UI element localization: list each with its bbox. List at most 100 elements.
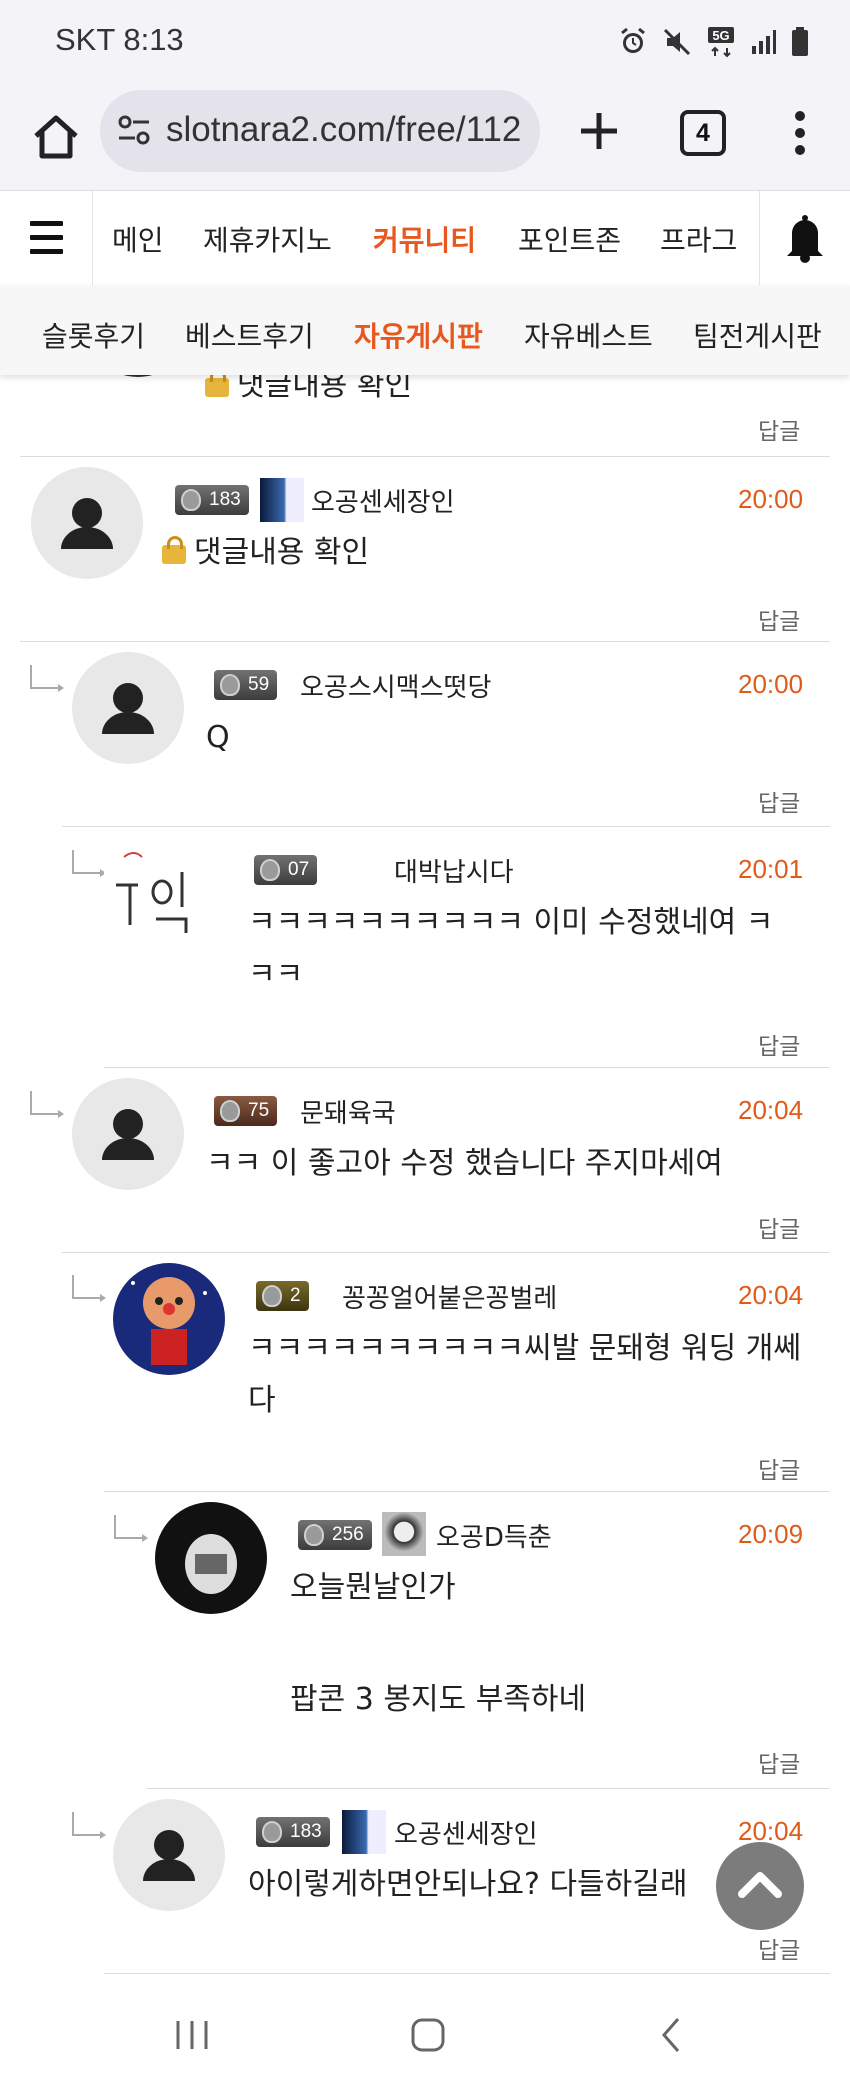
avatar[interactable] [104,837,216,949]
user-badge-image [260,478,304,522]
hamburger-icon-bar [30,249,63,254]
avatar[interactable] [31,467,143,579]
tab-free-best[interactable]: 자유베스트 [524,315,653,355]
comment-time: 20:09 [738,1519,804,1549]
nickname[interactable]: 오공스시맥스떳당 [300,667,491,704]
comment-time: 20:00 [738,484,804,514]
url-text[interactable]: slotnara2.com/free/112 [166,110,521,150]
bell-icon [787,215,823,263]
user-silhouette-icon [143,1830,195,1881]
user-badge-image [342,1810,386,1854]
mute-icon [662,27,692,61]
recent-apps-icon [176,2021,208,2049]
comment-text: Q [206,720,230,755]
reply-button[interactable]: 답글 [758,1027,800,1061]
handwriting-avatar-image [116,852,188,933]
notification-button[interactable] [759,191,850,285]
tab-free-board[interactable]: 자유게시판 [354,315,483,355]
plus-icon [581,113,617,149]
nav-item-partner-casino[interactable]: 제휴카지노 [203,219,332,259]
tab-team-board[interactable]: 팀전게시판 [693,315,822,355]
level-badge: 75 [214,1096,278,1126]
user-silhouette-icon [102,1109,154,1160]
back-button[interactable] [652,2015,692,2055]
reply-arrow-icon [114,1515,148,1542]
comment-item: 256 오공D득춘 20:09 오늘뭔날인가 팝콘 3 봉지도 부족하네 답글 [146,1492,830,1789]
nickname[interactable]: 꽁꽁얼어붙은꽁벌레 [342,1278,557,1315]
back-chevron-icon [662,2018,680,2052]
level-badge: 183 [256,1817,330,1847]
nickname[interactable]: 문돼육국 [300,1093,396,1130]
comment-text: ㅋㅋㅋㅋㅋㅋㅋㅋㅋㅋ 이미 수정했네여 ㅋㅋㅋ [248,905,774,992]
address-bar[interactable]: slotnara2.com/free/112 [100,90,540,172]
comment-text: ㅋㅋㅋㅋㅋㅋㅋㅋㅋㅋ씨발 문돼형 워딩 개쎄다 [248,1331,802,1418]
comment-item: 2 꽁꽁얼어붙은꽁벌레 20:04 ㅋㅋㅋㅋㅋㅋㅋㅋㅋㅋ씨발 문돼형 워딩 개쎄… [104,1253,830,1492]
hamburger-icon [30,221,63,226]
home-circle-icon [411,2018,445,2052]
nickname[interactable]: 오공센세장인 [394,1814,538,1851]
chevron-up-icon [738,1872,782,1898]
network-label: 5G [712,28,729,43]
reply-button[interactable]: 답글 [758,1210,800,1244]
home-button[interactable] [28,110,84,166]
tab-best-review[interactable]: 베스트후기 [185,315,314,355]
tab-switcher-button[interactable]: 4 [680,110,726,156]
nav-item-point-zone[interactable]: 포인트존 [518,219,621,259]
reply-arrow-icon [30,1091,64,1118]
user-silhouette-icon [61,498,113,549]
home-icon [34,115,78,159]
reply-button[interactable]: 답글 [758,1745,800,1779]
new-tab-button[interactable] [576,108,622,154]
browser-toolbar: slotnara2.com/free/112 4 [0,90,850,190]
level-badge: 59 [214,670,278,700]
nickname[interactable]: 대박납시다 [394,852,514,889]
reply-arrow-icon [72,1275,106,1302]
site-settings-icon[interactable] [116,112,152,148]
lock-icon [205,369,229,397]
reply-button[interactable]: 답글 [758,1931,800,1965]
battery-icon [790,27,810,61]
avatar[interactable] [155,1502,267,1614]
comment-time: 20:04 [738,1095,804,1125]
comment-text: 아이렇게하면안되나요? 다들하길래 [248,1867,688,1902]
nav-item-community[interactable]: 커뮤니티 [373,219,476,259]
scroll-to-top-button[interactable] [716,1842,804,1930]
avatar[interactable] [72,1078,184,1190]
reply-button[interactable]: 답글 [758,784,800,818]
recent-apps-button[interactable] [172,2015,212,2055]
nav-item-main[interactable]: 메인 [112,219,164,259]
status-icons: 5G [618,26,810,62]
level-badge: 07 [254,855,318,885]
comment-item: 59 오공스시맥스떳당 20:00 Q 답글 [62,642,830,827]
nickname[interactable]: 오공센세장인 [311,482,455,519]
comment-text: ㅋㅋ 이 좋고아 수정 했습니다 주지마세여 [206,1146,723,1181]
comment-time: 20:00 [738,669,804,699]
tab-slot-review[interactable]: 슬롯후기 [42,315,145,355]
hamburger-menu-button[interactable] [0,191,93,285]
nav-item-prag[interactable]: 프라그 [660,219,737,259]
lock-icon [162,536,186,564]
avatar[interactable] [72,652,184,764]
comment-text-value: 댓글내용 확인 [194,535,370,570]
comment-time: 20:04 [738,1280,804,1310]
nickname[interactable]: 오공D득춘 [436,1517,552,1554]
comment-item: 183 오공센세장인 20:00 댓글내용 확인 답글 [20,457,830,642]
level-badge: 183 [175,485,249,515]
board-sub-nav: 슬롯후기 베스트후기 자유게시판 자유베스트 팀전게시판 [0,285,850,375]
more-menu-button[interactable] [792,108,808,158]
comment-item: 75 문돼육국 20:04 ㅋㅋ 이 좋고아 수정 했습니다 주지마세여 답글 [62,1068,830,1253]
reply-button[interactable]: 답글 [758,412,800,446]
avatar[interactable] [113,1799,225,1911]
photo-avatar-image [185,1534,237,1594]
avatar[interactable] [113,1263,225,1375]
level-badge: 256 [298,1520,372,1550]
reply-button[interactable]: 답글 [758,602,800,636]
5g-icon: 5G [706,26,736,62]
status-time: SKT 8:13 [55,22,184,57]
user-badge-image [382,1512,426,1556]
comment-time: 20:01 [738,854,804,884]
character-avatar-image [131,1277,207,1365]
hamburger-icon-bar [30,235,63,240]
reply-button[interactable]: 답글 [758,1451,800,1485]
home-nav-button[interactable] [408,2015,448,2055]
